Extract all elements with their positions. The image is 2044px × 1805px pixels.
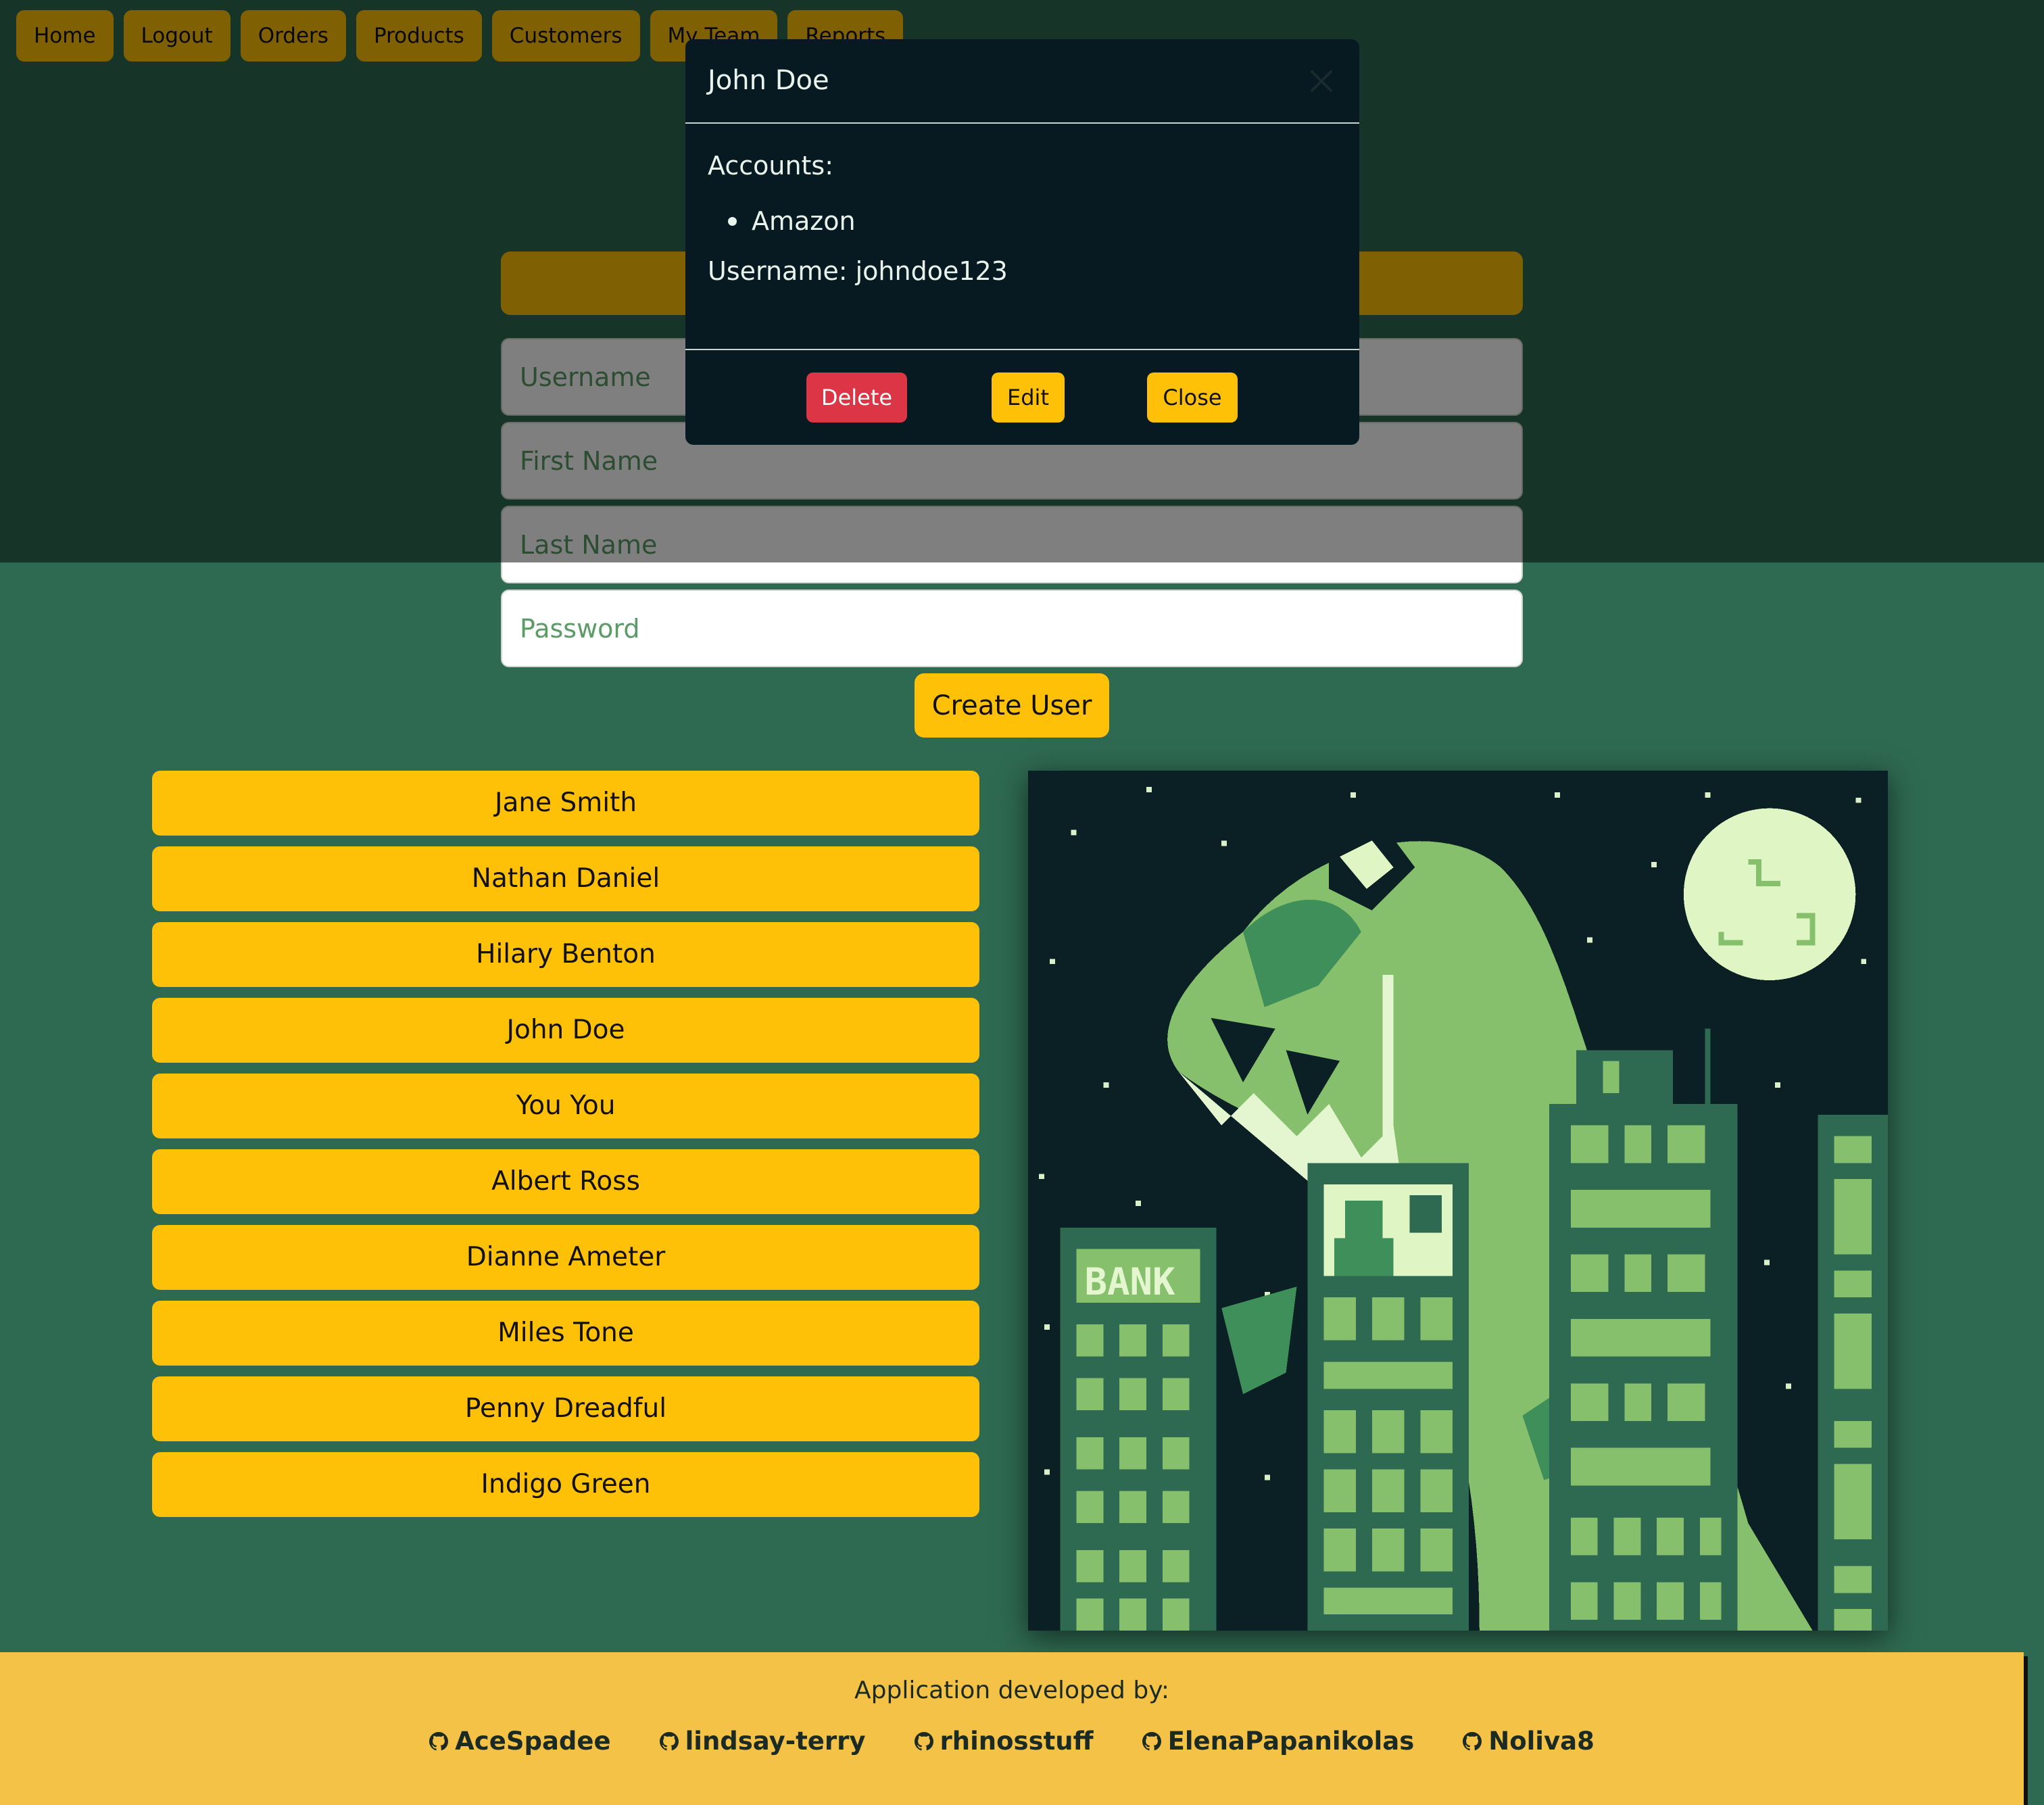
developer-link[interactable]: AceSpadee [429, 1727, 611, 1756]
office-building [1307, 1163, 1469, 1631]
close-icon[interactable] [1303, 62, 1340, 100]
username-line: Username: johndoe123 [708, 256, 1008, 286]
antenna [1382, 975, 1394, 1180]
footer-title: Application developed by: [854, 1677, 1170, 1704]
user-item[interactable]: Miles Tone [152, 1301, 979, 1366]
developer-link[interactable]: Noliva8 [1463, 1727, 1595, 1756]
user-list: Jane Smith Nathan Daniel Hilary Benton J… [152, 771, 979, 1528]
modal-title: John Doe [708, 65, 829, 96]
developer-name: lindsay-terry [685, 1727, 866, 1756]
footer: Application developed by: AceSpadee lind… [0, 1652, 2024, 1805]
user-item[interactable]: Dianne Ameter [152, 1225, 979, 1290]
developer-link[interactable]: rhinosstuff [914, 1727, 1094, 1756]
bank-sign: BANK [1084, 1260, 1175, 1304]
close-button[interactable]: Close [1147, 372, 1238, 423]
user-item[interactable]: You You [152, 1074, 979, 1138]
tower-building [1549, 1028, 1738, 1631]
github-icon [1142, 1731, 1161, 1750]
user-item[interactable]: Albert Ross [152, 1149, 979, 1214]
user-detail-modal: John Doe Accounts: Amazon Username: john… [685, 39, 1359, 445]
delete-button[interactable]: Delete [806, 372, 907, 423]
bank-building: BANK [1060, 1227, 1217, 1631]
developer-link[interactable]: ElenaPapanikolas [1142, 1727, 1415, 1756]
developer-name: ElenaPapanikolas [1167, 1727, 1415, 1756]
user-item[interactable]: Indigo Green [152, 1452, 979, 1517]
user-item[interactable]: John Doe [152, 998, 979, 1063]
bullet-icon [728, 216, 737, 226]
create-user-button[interactable]: Create User [915, 673, 1109, 738]
accounts-list: Amazon [728, 206, 1337, 236]
footer-edge [2024, 1656, 2028, 1805]
moon [1683, 808, 1856, 981]
illustration-svg: BANK [1028, 771, 1888, 1631]
edge-building [1818, 1114, 1888, 1631]
modal-footer: Delete Edit Close [685, 350, 1359, 443]
accounts-label: Accounts: [708, 151, 834, 180]
close-x-glyph [1311, 70, 1332, 92]
user-item[interactable]: Jane Smith [152, 771, 979, 836]
modal-body: Accounts: Amazon Username: johndoe123 [685, 124, 1359, 350]
account-item: Amazon [728, 206, 1337, 236]
edit-button[interactable]: Edit [992, 372, 1065, 423]
kaiju-city-illustration: BANK [1028, 771, 1888, 1631]
developer-links: AceSpadee lindsay-terry rhinosstuff Elen… [0, 1727, 2024, 1756]
developer-link[interactable]: lindsay-terry [659, 1727, 866, 1756]
github-icon [1463, 1731, 1482, 1750]
github-icon [659, 1731, 679, 1750]
github-icon [914, 1731, 933, 1750]
github-icon [429, 1731, 449, 1750]
password-input[interactable] [501, 589, 1523, 667]
account-name: Amazon [752, 206, 856, 236]
user-item[interactable]: Nathan Daniel [152, 846, 979, 911]
developer-name: AceSpadee [455, 1727, 611, 1756]
developer-name: rhinosstuff [940, 1727, 1094, 1756]
user-item[interactable]: Hilary Benton [152, 922, 979, 987]
user-item[interactable]: Penny Dreadful [152, 1376, 979, 1441]
developer-name: Noliva8 [1488, 1727, 1595, 1756]
modal-header: John Doe [685, 39, 1359, 124]
